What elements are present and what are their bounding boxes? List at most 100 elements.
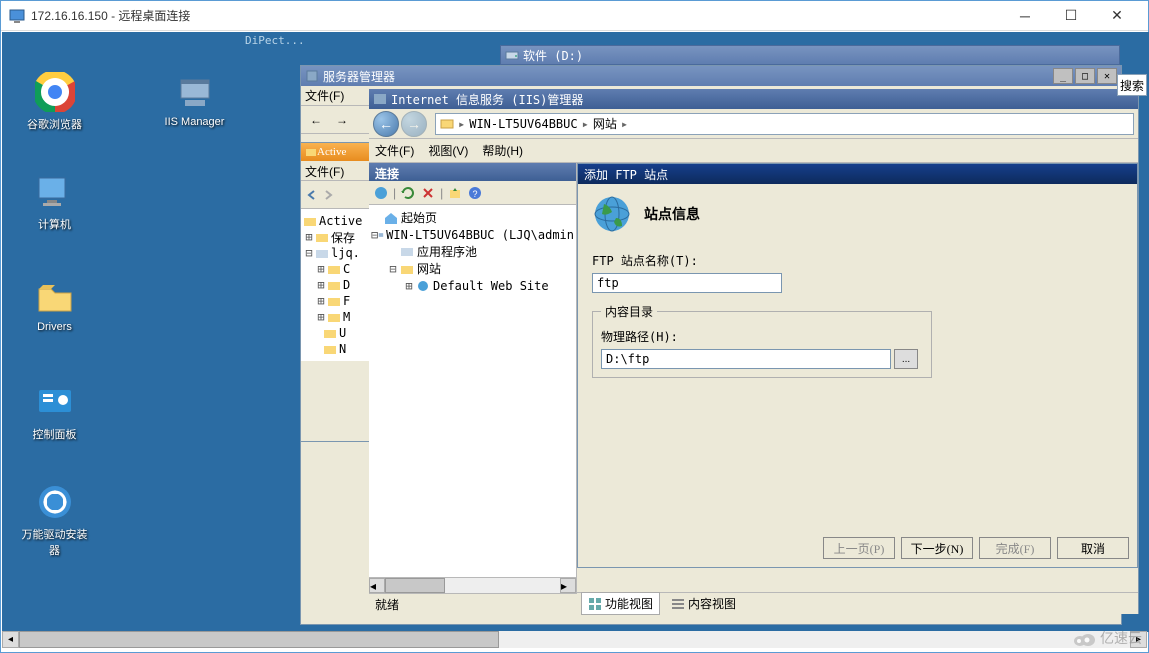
folder-icon [323, 342, 337, 356]
connect-icon[interactable] [373, 185, 389, 201]
rdp-titlebar: 172.16.16.150 - 远程桌面连接 ─ ☐ ✕ [1, 1, 1148, 31]
iis-menu-file[interactable]: 文件(F) [375, 142, 414, 159]
sites-folder-icon [399, 262, 415, 276]
iis-breadcrumb[interactable]: ▸ WIN-LT5UV64BBUC ▸ 网站 ▸ [435, 113, 1134, 135]
chrome-icon[interactable]: 谷歌浏览器 [17, 72, 92, 132]
list-icon [671, 597, 685, 611]
folder-icon [327, 262, 341, 276]
software-window-title: 软件 (D:) [523, 47, 583, 64]
globe-icon [592, 194, 632, 234]
iis-content-pane: 添加 FTP 站点 站点信息 FT [577, 163, 1138, 593]
ad-title: Active [301, 143, 370, 161]
drive-icon [505, 48, 519, 62]
iis-view-tabs: 功能视图 内容视图 [577, 592, 1138, 614]
control-panel-icon[interactable]: 控制面板 [17, 382, 92, 442]
active-directory-panel: Active 文件(F) Active ⊞保存 ⊟ljq. ⊞C ⊞D ⊞F ⊞… [300, 142, 371, 442]
path-label: 物理路径(H): [601, 328, 923, 345]
iis-icon [373, 92, 387, 106]
cloud-icon [1072, 629, 1096, 647]
iis-connections-toolbar: | | ? [369, 181, 576, 205]
iis-navbar: ← → ▸ WIN-LT5UV64BBUC ▸ 网站 ▸ [369, 109, 1138, 139]
apppool-icon [399, 245, 415, 259]
iis-manager-icon[interactable]: IIS Manager [157, 72, 232, 128]
tree-default-site[interactable]: ⊞Default Web Site [371, 277, 574, 294]
scroll-right-button[interactable]: ▸ [560, 578, 576, 593]
up-icon[interactable] [447, 185, 463, 201]
functional-view-tab[interactable]: 功能视图 [581, 592, 660, 615]
folder-icon [303, 214, 317, 228]
iis-back-button[interactable]: ← [373, 111, 399, 137]
close-button[interactable]: ✕ [1094, 1, 1140, 31]
path-input[interactable] [601, 349, 891, 369]
sm-forward-button[interactable]: → [331, 109, 353, 131]
sm-menu-file[interactable]: 文件(F) [305, 87, 344, 104]
add-ftp-site-dialog: 添加 FTP 站点 站点信息 FT [577, 163, 1138, 568]
remove-icon[interactable] [420, 185, 436, 201]
tree-start-page[interactable]: 起始页 [371, 209, 574, 226]
folder-icon [323, 326, 337, 340]
search-input[interactable]: 搜索 [1117, 74, 1147, 96]
breadcrumb-site[interactable]: 网站 [593, 115, 617, 132]
ad-forward-icon[interactable] [321, 188, 335, 202]
direct-text: DiPect... [245, 34, 305, 47]
iis-menubar: 文件(F) 视图(V) 帮助(H) [369, 139, 1138, 163]
sm-back-button[interactable]: ← [305, 109, 327, 131]
software-window-titlebar[interactable]: 软件 (D:) [500, 45, 1120, 65]
iis-connections-header: 连接 [369, 163, 576, 181]
content-view-tab[interactable]: 内容视图 [664, 592, 743, 615]
sm-maximize-button[interactable]: □ [1075, 68, 1095, 84]
tree-scrollbar[interactable]: ◂ ▸ [369, 577, 576, 593]
browse-button[interactable]: ... [894, 349, 918, 369]
drivers-folder-icon[interactable]: Drivers [17, 277, 92, 333]
computer-icon[interactable]: 计算机 [17, 172, 92, 232]
tree-sites[interactable]: ⊟网站 [371, 260, 574, 277]
finish-button: 完成(F) [979, 537, 1051, 559]
tree-host[interactable]: ⊟WIN-LT5UV64BBUC (LJQ\admin [371, 226, 574, 243]
iis-manager-window: Internet 信息服务 (IIS)管理器 ← → ▸ WIN-LT5UV64… [369, 89, 1139, 614]
driver-installer-icon[interactable]: 万能驱动安装器 [17, 482, 92, 558]
next-button[interactable]: 下一步(N) [901, 537, 973, 559]
refresh-icon[interactable] [400, 185, 416, 201]
folder-icon [315, 230, 329, 244]
watermark: 亿速云 [1072, 628, 1142, 648]
tree-apppool[interactable]: 应用程序池 [371, 243, 574, 260]
folder-icon [327, 294, 341, 308]
computer-icon [440, 117, 454, 131]
scroll-left-button[interactable]: ◂ [369, 578, 385, 593]
site-name-input[interactable] [592, 273, 782, 293]
scroll-thumb[interactable] [19, 631, 499, 648]
site-name-label: FTP 站点名称(T): [592, 252, 1123, 269]
server-manager-titlebar[interactable]: 服务器管理器 _ □ ✕ [301, 66, 1121, 86]
server-manager-icon [305, 69, 319, 83]
svg-text:?: ? [473, 189, 478, 199]
ad-menu-file[interactable]: 文件(F) [301, 161, 370, 181]
ad-toolbar [301, 181, 370, 209]
scroll-thumb[interactable] [385, 578, 445, 593]
help-icon[interactable]: ? [467, 185, 483, 201]
grid-icon [588, 597, 602, 611]
ftp-dialog-header: 站点信息 [644, 204, 700, 224]
iis-menu-view[interactable]: 视图(V) [428, 142, 468, 159]
iis-menu-help[interactable]: 帮助(H) [482, 142, 523, 159]
scroll-left-button[interactable]: ◂ [2, 631, 19, 648]
remote-desktop: DiPect... 谷歌浏览器 IIS Manager 计算机 Drivers … [2, 32, 1149, 632]
folder-icon [327, 278, 341, 292]
sm-close-button[interactable]: ✕ [1097, 68, 1117, 84]
iis-forward-button[interactable]: → [401, 111, 427, 137]
ad-tree[interactable]: Active ⊞保存 ⊟ljq. ⊞C ⊞D ⊞F ⊞M U N [301, 209, 370, 361]
minimize-button[interactable]: ─ [1002, 1, 1048, 31]
folder-icon [327, 310, 341, 324]
domain-icon [315, 246, 329, 260]
ftp-dialog-title[interactable]: 添加 FTP 站点 [578, 164, 1137, 184]
breadcrumb-host[interactable]: WIN-LT5UV64BBUC [469, 117, 577, 131]
sm-minimize-button[interactable]: _ [1053, 68, 1073, 84]
maximize-button[interactable]: ☐ [1048, 1, 1094, 31]
rdp-horizontal-scrollbar[interactable]: ◂ ▸ [2, 631, 1147, 648]
ad-back-icon[interactable] [305, 188, 319, 202]
rdp-icon [9, 8, 25, 24]
iis-titlebar[interactable]: Internet 信息服务 (IIS)管理器 [369, 89, 1138, 109]
iis-connections-tree[interactable]: 起始页 ⊟WIN-LT5UV64BBUC (LJQ\admin 应用程序池 ⊟网… [369, 205, 576, 577]
folder-icon [305, 146, 317, 158]
cancel-button[interactable]: 取消 [1057, 537, 1129, 559]
content-group-label: 内容目录 [601, 303, 657, 320]
